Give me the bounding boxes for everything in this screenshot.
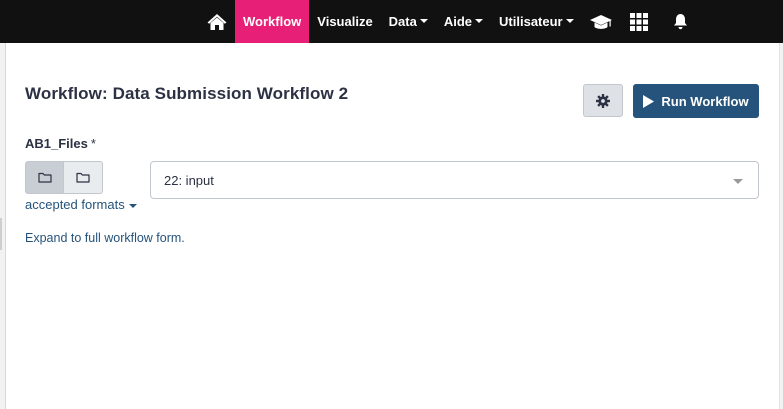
single-dataset-button[interactable]	[25, 161, 64, 194]
page-title: Workflow: Data Submission Workflow 2	[25, 84, 349, 103]
graduation-cap-icon	[589, 14, 612, 29]
workflow-settings-button[interactable]	[583, 84, 623, 117]
bell-icon	[674, 14, 688, 30]
nav-training[interactable]	[582, 0, 620, 43]
chevron-down-icon	[475, 18, 484, 23]
chevron-down-icon	[733, 179, 743, 184]
grid-icon	[629, 12, 648, 31]
nav-visualize[interactable]: Visualize	[309, 0, 380, 43]
run-workflow-button[interactable]: Run Workflow	[633, 84, 759, 118]
nav-workflow[interactable]: Workflow	[235, 0, 310, 43]
left-panel-handle[interactable]	[0, 218, 2, 250]
chevron-down-icon	[128, 204, 137, 208]
folder-icon	[37, 172, 52, 183]
accepted-formats-toggle[interactable]: accepted formats	[25, 197, 137, 212]
expand-form-link[interactable]: Expand to full workflow form.	[25, 231, 185, 245]
gear-icon	[596, 93, 610, 108]
play-icon	[643, 94, 655, 108]
top-navbar: Workflow Visualize Data Aide Utilisateur	[0, 0, 783, 43]
required-marker: *	[90, 136, 96, 151]
accepted-formats-label: accepted formats	[25, 197, 125, 212]
dataset-collection-button[interactable]	[64, 161, 103, 194]
run-workflow-label: Run Workflow	[661, 93, 749, 109]
chevron-down-icon	[565, 18, 574, 23]
nav-aide[interactable]: Aide	[436, 0, 491, 43]
dataset-select-value: 22: input	[164, 173, 214, 188]
field-label: AB1_Files *	[25, 136, 96, 151]
nav-utilisateur[interactable]: Utilisateur	[491, 0, 582, 43]
nav-apps[interactable]	[620, 0, 658, 43]
home-icon	[207, 13, 227, 30]
chevron-down-icon	[419, 18, 428, 23]
nav-menu: Workflow Visualize Data Aide Utilisateur	[201, 0, 704, 43]
home-link[interactable]	[201, 0, 233, 43]
nav-notifications[interactable]	[658, 0, 704, 43]
right-panel-edge	[779, 43, 783, 409]
field-label-text: AB1_Files	[25, 136, 88, 151]
file-source-toggle	[25, 161, 103, 194]
folder-icon	[76, 172, 90, 183]
nav-data[interactable]: Data	[381, 0, 436, 43]
dataset-select[interactable]: 22: input	[150, 161, 759, 199]
